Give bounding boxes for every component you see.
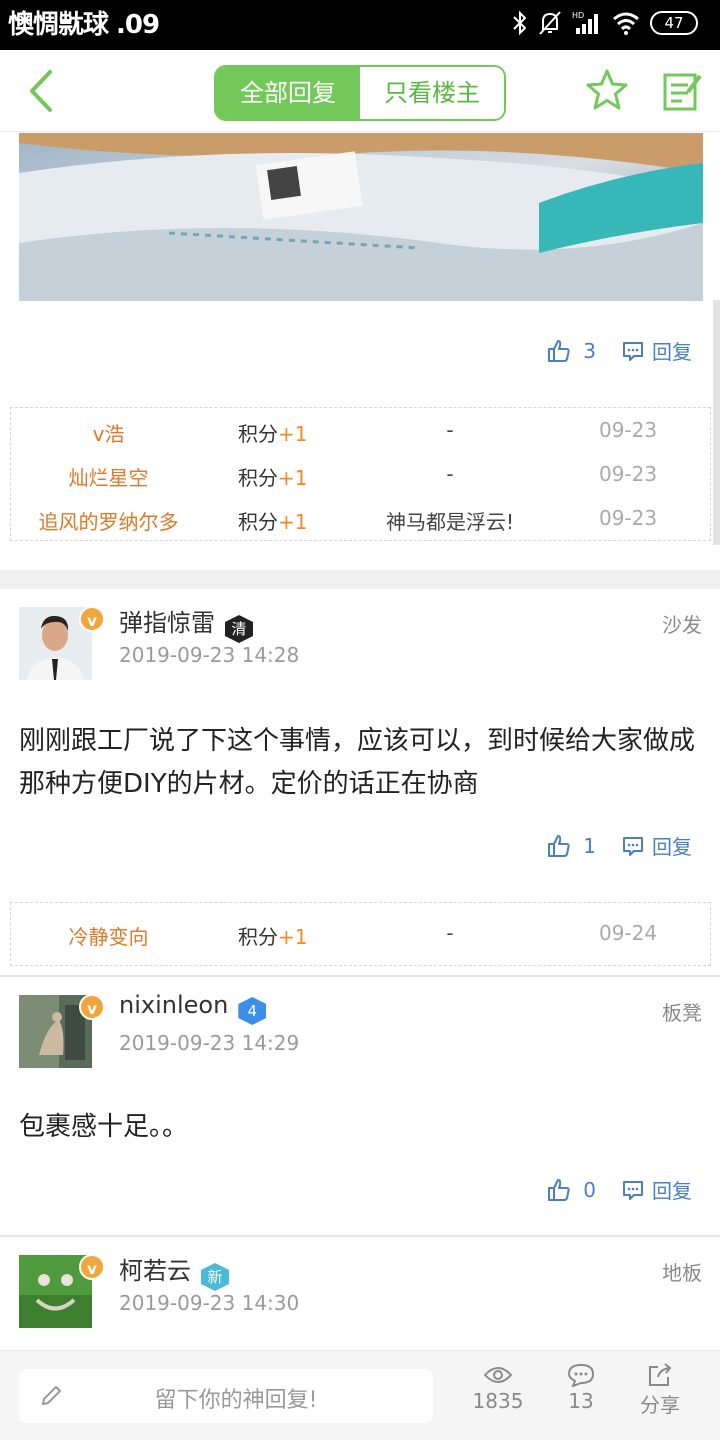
score-message: - — [446, 921, 454, 945]
reply-post: v nixinleon 4 2019-09-23 14:29 板凳 包裹感十足。。… — [0, 977, 720, 1235]
scrollbar[interactable] — [713, 300, 720, 545]
comment-count[interactable]: 13 — [551, 1363, 611, 1413]
reply-button[interactable]: 回复 — [622, 831, 692, 860]
post-content: 包裹感十足。。 — [19, 1112, 189, 1142]
eye-icon — [483, 1367, 513, 1383]
like-count: 0 — [583, 1177, 596, 1202]
reply-input[interactable]: 留下你的神回复! — [19, 1369, 433, 1423]
score-message: 神马都是浮云! — [385, 510, 515, 534]
score-date: 09-24 — [599, 921, 658, 945]
like-button[interactable]: 0 — [547, 1178, 596, 1202]
wifi-icon — [613, 12, 639, 35]
username[interactable]: 弹指惊雷清 — [119, 603, 253, 643]
score-user[interactable]: 追风的罗纳尔多 — [11, 506, 206, 535]
score-points: 积分+1 — [238, 510, 308, 534]
post-actions: 0 回复 — [547, 1175, 692, 1204]
reply-placeholder: 留下你的神回复! — [154, 1388, 318, 1413]
bluetooth-icon — [513, 10, 527, 36]
score-row: 灿烂星空 积分+1 - 09-23 — [11, 452, 710, 496]
status-icons: HD 47 — [512, 10, 698, 36]
like-button[interactable]: 1 — [547, 834, 596, 858]
reply-label: 回复 — [652, 1179, 692, 1203]
back-arrow-icon[interactable] — [22, 66, 62, 116]
signal-icon: HD — [572, 11, 598, 34]
section-divider — [0, 570, 720, 589]
score-message: - — [446, 462, 454, 486]
score-points: 积分+1 — [238, 925, 308, 949]
reply-post: v 柯若云新 2019-09-23 14:30 地板 — [0, 1237, 720, 1350]
score-points: 积分+1 — [238, 466, 308, 490]
user-level-badge: 4 — [238, 997, 267, 1025]
score-row: v浩 积分+1 - 09-23 — [11, 408, 710, 452]
floor-label: 板凳 — [662, 1001, 702, 1025]
reply-label: 回复 — [652, 340, 692, 364]
score-date: 09-23 — [599, 418, 658, 442]
comment-icon — [623, 341, 643, 361]
like-count: 1 — [583, 833, 596, 858]
score-row: 追风的罗纳尔多 积分+1 神马都是浮云! 09-23 — [11, 496, 710, 540]
verified-badge-icon: v — [79, 606, 105, 632]
reply-button[interactable]: 回复 — [622, 336, 692, 365]
post-time: 2019-09-23 14:29 — [119, 1031, 300, 1055]
comment-bubble-icon — [567, 1363, 595, 1387]
post-photo[interactable] — [19, 133, 703, 301]
share-button[interactable]: 分享 — [630, 1363, 690, 1418]
score-message: - — [446, 418, 454, 442]
svg-text:HD: HD — [572, 11, 584, 20]
comment-icon — [623, 836, 643, 856]
thumbs-up-icon — [548, 834, 570, 857]
post-time: 2019-09-23 14:30 — [119, 1291, 300, 1315]
score-list: 冷静变向 积分+1 - 09-24 — [10, 902, 711, 966]
like-count: 3 — [583, 338, 596, 363]
post-actions: 3 回复 — [547, 336, 692, 365]
score-points: 积分+1 — [238, 422, 308, 446]
mute-bell-icon — [539, 11, 561, 35]
user-level-badge: 新 — [201, 1263, 229, 1291]
status-time: 懊惆㞊球 .09 — [8, 10, 160, 40]
username[interactable]: nixinleon 4 — [119, 991, 267, 1025]
floor-label: 地板 — [662, 1261, 702, 1285]
battery-indicator: 47 — [650, 11, 698, 35]
reply-button[interactable]: 回复 — [622, 1175, 692, 1204]
view-count: 1835 — [468, 1363, 528, 1413]
verified-badge-icon: v — [79, 994, 105, 1020]
score-date: 09-23 — [599, 462, 658, 486]
top-nav-bar: 全部回复 只看楼主 — [0, 50, 720, 132]
reply-label: 回复 — [652, 835, 692, 859]
tab-owner-only[interactable]: 只看楼主 — [360, 67, 504, 119]
edit-note-icon[interactable] — [662, 70, 702, 112]
favorite-star-icon[interactable] — [585, 68, 629, 112]
post-time: 2019-09-23 14:28 — [119, 643, 300, 667]
post-actions: 1 回复 — [547, 831, 692, 860]
score-row: 冷静变向 积分+1 - 09-24 — [11, 903, 710, 965]
score-user[interactable]: v浩 — [11, 418, 206, 447]
floor-label: 沙发 — [662, 613, 702, 637]
username[interactable]: 柯若云新 — [119, 1251, 229, 1291]
comment-icon — [623, 1180, 643, 1200]
verified-badge-icon: v — [79, 1254, 105, 1280]
score-user[interactable]: 灿烂星空 — [11, 462, 206, 491]
thumbs-up-icon — [548, 1178, 570, 1201]
user-level-badge: 清 — [225, 615, 253, 643]
reply-filter-toggle: 全部回复 只看楼主 — [214, 65, 506, 121]
like-button[interactable]: 3 — [547, 339, 596, 363]
score-date: 09-23 — [599, 506, 658, 530]
score-list: v浩 积分+1 - 09-23 灿烂星空 积分+1 - 09-23 追风的罗纳尔… — [10, 407, 711, 541]
status-bar: 懊惆㞊球 .09 HD 47 — [0, 0, 720, 50]
share-icon — [649, 1363, 672, 1386]
shoe-insole-photo — [19, 133, 703, 301]
tab-all-replies[interactable]: 全部回复 — [216, 67, 360, 119]
thumbs-up-icon — [548, 339, 570, 362]
bottom-bar: 留下你的神回复! 1835 13 分享 — [0, 1350, 720, 1440]
score-user[interactable]: 冷静变向 — [11, 921, 206, 950]
post-content: 刚刚跟工厂说了下这个事情，应该可以，到时候给大家做成那种方便DIY的片材。定价的… — [19, 726, 696, 799]
